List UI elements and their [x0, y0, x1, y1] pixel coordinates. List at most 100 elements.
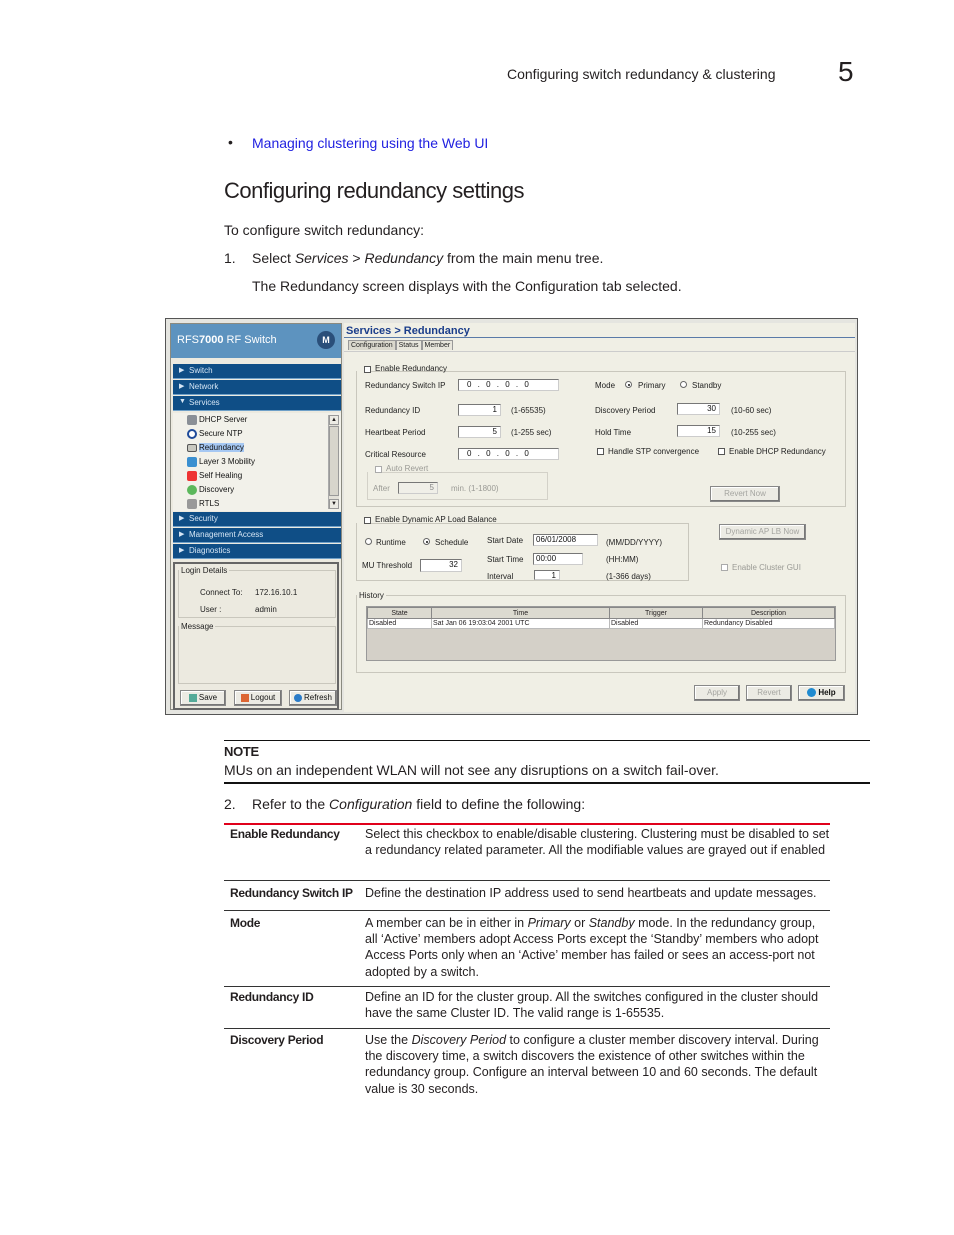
critical-resource-input[interactable]: 0 . 0 . 0 . 0 — [458, 448, 559, 460]
col-trigger[interactable]: Trigger — [609, 607, 703, 619]
after-input[interactable]: 5 — [398, 482, 438, 494]
mu-threshold-input[interactable]: 32 — [420, 559, 462, 572]
term-redundancy-id: Redundancy ID — [230, 990, 314, 1004]
heartbeat-input[interactable]: 5 — [458, 426, 501, 438]
tab-member[interactable]: Member — [421, 340, 454, 350]
tree-item-redundancy[interactable]: Redundancy — [187, 443, 244, 456]
tree-item-self-healing[interactable]: Self Healing — [187, 471, 242, 484]
heartbeat-range: (1-255 sec) — [511, 428, 552, 437]
row-divider — [224, 880, 830, 881]
hold-time-label: Hold Time — [595, 428, 632, 437]
col-time[interactable]: Time — [431, 607, 610, 619]
nav-network[interactable]: ▶ Network — [173, 380, 341, 395]
after-label: After — [373, 484, 390, 493]
history-table-area: State Time Trigger Description Disabled … — [366, 606, 836, 661]
cluster-gui-checkbox[interactable] — [721, 564, 728, 571]
dhcp-redundancy-checkbox[interactable] — [718, 448, 725, 455]
breadcrumb-divider — [344, 337, 855, 338]
message-group: Message — [178, 622, 336, 684]
discovery-icon — [187, 485, 197, 495]
refresh-button[interactable]: Refresh — [289, 690, 337, 706]
motorola-logo-icon: M — [317, 331, 335, 349]
col-state[interactable]: State — [367, 607, 432, 619]
chevron-right-icon: ▶ — [179, 367, 185, 374]
user-label: User : — [200, 605, 222, 614]
row-divider — [224, 986, 830, 987]
revert-now-button[interactable]: Revert Now — [710, 486, 780, 502]
mode-standby-label: Standby — [692, 381, 722, 390]
tree-scrollbar[interactable]: ▲ ▼ — [328, 415, 339, 509]
schedule-label: Schedule — [435, 538, 469, 547]
stp-checkbox[interactable] — [597, 448, 604, 455]
server-icon — [187, 415, 197, 425]
nav-switch[interactable]: ▶ Switch — [173, 364, 341, 379]
table-row[interactable]: Disabled Sat Jan 06 19:03:04 2001 UTC Di… — [367, 618, 835, 629]
self-healing-icon — [187, 471, 197, 481]
table-top-rule — [224, 823, 830, 825]
tree-item-layer3-mobility[interactable]: Layer 3 Mobility — [187, 457, 255, 470]
mode-label: Mode — [595, 381, 616, 390]
auto-revert-checkbox[interactable] — [375, 466, 382, 473]
col-description[interactable]: Description — [702, 607, 835, 619]
start-date-input[interactable]: 06/01/2008 — [533, 534, 598, 546]
dhcp-redundancy-label: Enable DHCP Redundancy — [729, 447, 826, 456]
chevron-right-icon: ▶ — [179, 383, 185, 390]
chapter-number: 5 — [838, 56, 854, 87]
help-icon — [807, 688, 817, 698]
note-bottom-rule — [224, 782, 870, 784]
save-button[interactable]: Save — [180, 690, 226, 706]
start-date-format: (MM/DD/YYYY) — [606, 538, 662, 547]
services-tree: DHCP Server Secure NTP Redundancy Layer … — [173, 413, 341, 511]
hold-time-input[interactable]: 15 — [677, 425, 720, 437]
interval-label: Interval — [487, 572, 514, 581]
chevron-down-icon: ▼ — [179, 398, 186, 405]
nav-management-access[interactable]: ▶ Management Access — [173, 528, 341, 543]
enable-lb-checkbox[interactable] — [364, 517, 371, 524]
term-enable-redundancy: Enable Redundancy — [230, 827, 340, 841]
switch-ip-input[interactable]: 0 . 0 . 0 . 0 — [458, 379, 559, 391]
mode-primary-label: Primary — [638, 381, 666, 390]
step-1-result: The Redundancy screen displays with the … — [252, 278, 682, 294]
tree-item-secure-ntp[interactable]: Secure NTP — [187, 429, 243, 442]
section-title: Configuring redundancy settings — [224, 178, 525, 203]
mode-primary-radio[interactable] — [625, 381, 632, 388]
mobility-icon — [187, 457, 197, 467]
def-discovery-period: Use the Discovery Period to configure a … — [365, 1033, 819, 1096]
tree-item-dhcp-server[interactable]: DHCP Server — [187, 415, 247, 428]
intro-text: To configure switch redundancy: — [224, 222, 424, 238]
nav-security[interactable]: ▶ Security — [173, 512, 341, 527]
related-link[interactable]: Managing clustering using the Web UI — [252, 135, 488, 151]
connect-to-label: Connect To: — [200, 588, 243, 597]
refresh-icon — [293, 693, 302, 702]
revert-button[interactable]: Revert — [746, 685, 792, 701]
start-time-input[interactable]: 00:00 — [533, 553, 583, 565]
scroll-down-icon[interactable]: ▼ — [329, 499, 339, 509]
runtime-radio[interactable] — [365, 538, 372, 545]
mode-standby-radio[interactable] — [680, 381, 687, 388]
scroll-thumb[interactable] — [329, 426, 339, 496]
dynamic-lb-now-button[interactable]: Dynamic AP LB Now — [719, 524, 806, 540]
tree-item-discovery[interactable]: Discovery — [187, 485, 234, 498]
logout-button[interactable]: Logout — [234, 690, 282, 706]
term-redundancy-switch-ip: Redundancy Switch IP — [230, 886, 353, 900]
discovery-period-input[interactable]: 30 — [677, 403, 720, 415]
logout-icon — [240, 693, 249, 702]
redundancy-id-input[interactable]: 1 — [458, 404, 501, 416]
main-panel: Services > Redundancy Configuration Statu… — [344, 323, 855, 712]
schedule-radio[interactable] — [423, 538, 430, 545]
row-divider — [224, 1028, 830, 1029]
nav-services[interactable]: ▼ Services — [173, 396, 341, 411]
tab-status[interactable]: Status — [395, 340, 422, 350]
scroll-up-icon[interactable]: ▲ — [329, 415, 339, 425]
hold-time-range: (10-255 sec) — [731, 428, 776, 437]
def-enable-redundancy: Select this checkbox to enable/disable c… — [365, 827, 830, 858]
apply-button[interactable]: Apply — [694, 685, 740, 701]
start-time-label: Start Time — [487, 555, 524, 564]
tree-item-rtls[interactable]: RTLS — [187, 499, 219, 510]
tab-configuration[interactable]: Configuration — [348, 340, 396, 350]
interval-input[interactable]: 1 — [534, 570, 560, 580]
nav-diagnostics[interactable]: ▶ Diagnostics — [173, 544, 341, 559]
help-button[interactable]: Help — [798, 685, 845, 701]
enable-redundancy-checkbox[interactable] — [364, 366, 371, 373]
enable-redundancy-label: Enable Redundancy — [375, 364, 448, 373]
